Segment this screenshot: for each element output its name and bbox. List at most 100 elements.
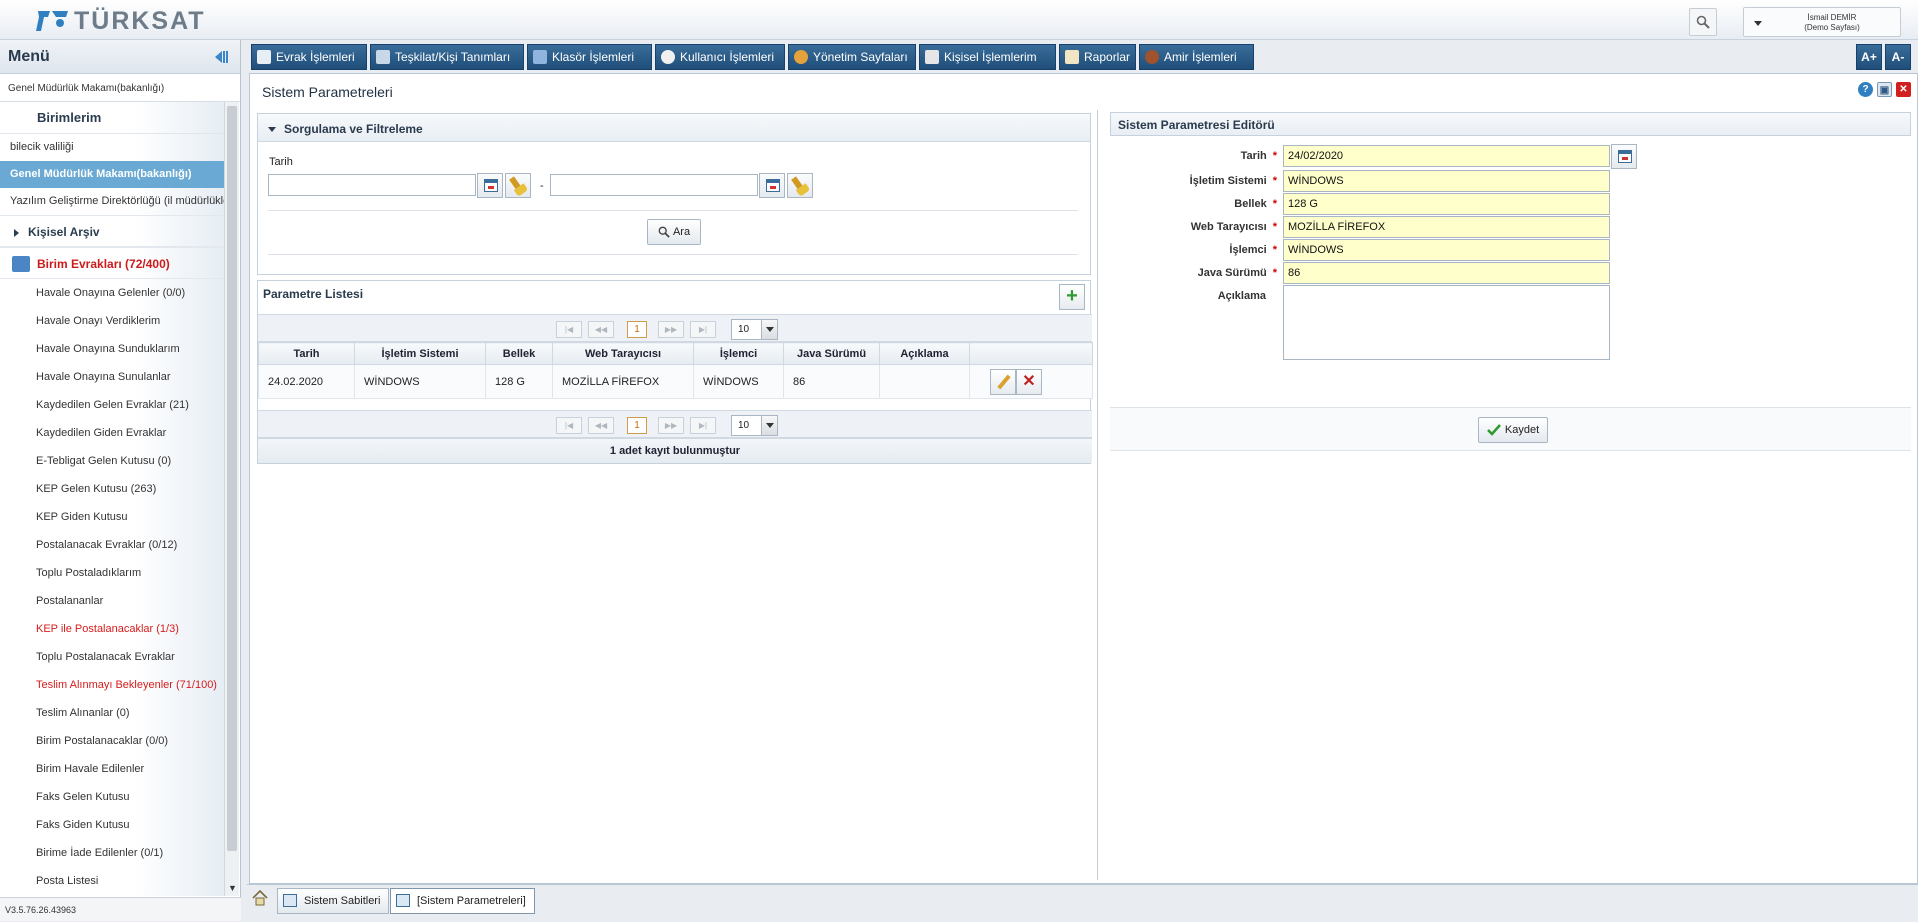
window-icon[interactable]: ▣ — [1877, 82, 1892, 97]
pager-bottom: |◀ ◀◀ 1 ▶▶ ▶| 10 — [258, 410, 1092, 438]
delete-button[interactable]: ✕ — [1016, 368, 1042, 395]
column-header[interactable]: Tarih — [258, 342, 355, 365]
column-header[interactable]: Açıklama — [879, 342, 970, 365]
home-icon[interactable] — [252, 889, 268, 906]
tab-sistem-parametreleri[interactable]: [Sistem Parametreleri] — [390, 888, 535, 914]
unit-selector[interactable]: Genel Müdürlük Makamı(bakanlığı) — [0, 74, 240, 102]
user-menu[interactable]: İsmail DEMİR (Demo Sayfası) — [1743, 7, 1901, 37]
sidebar-item[interactable]: Havale Onayına Sunduklarım — [0, 335, 224, 363]
sidebar-item[interactable]: Toplu Postalanacak Evraklar — [0, 643, 224, 671]
sidebar-scrollbar[interactable]: ▼ — [224, 102, 239, 896]
tarih-end-input[interactable] — [550, 174, 758, 196]
edit-button[interactable] — [990, 368, 1016, 395]
editor-calendar-button[interactable] — [1611, 144, 1637, 169]
aciklama-textarea[interactable] — [1283, 285, 1610, 360]
sidebar-item[interactable]: Kaydedilen Giden Evraklar — [0, 419, 224, 447]
sidebar-item[interactable]: Birime İade Edilenler (0/1) — [0, 839, 224, 867]
tarih-input[interactable]: 24/02/2020 — [1283, 145, 1610, 167]
scroll-down-icon[interactable]: ▼ — [228, 883, 237, 893]
field-label-web-tarayicisi: Web Tarayıcısı * — [1117, 221, 1277, 233]
tarih-start-input[interactable] — [268, 174, 476, 196]
nav-raporlar[interactable]: Raporlar — [1059, 44, 1136, 70]
add-record-button[interactable]: + — [1059, 284, 1085, 310]
global-search-button[interactable] — [1689, 8, 1717, 36]
nav-label: Teşkilat/Kişi Tanımları — [395, 50, 511, 64]
column-header[interactable]: Web Tarayıcısı — [552, 342, 694, 365]
user-name: İsmail DEMİR — [1807, 13, 1857, 22]
nav-evrak-islemleri[interactable]: Evrak İşlemleri — [251, 44, 367, 70]
last-page-button[interactable]: ▶| — [690, 321, 716, 338]
birim-evraklari-section[interactable]: Birim Evrakları (72/400) — [0, 247, 224, 279]
java-surumu-input[interactable]: 86 — [1283, 262, 1610, 284]
nav-kullanici-islemleri[interactable]: Kullanıcı İşlemleri — [655, 44, 785, 70]
column-header[interactable]: İşlemci — [693, 342, 784, 365]
calendar-end-button[interactable] — [759, 173, 785, 198]
close-icon[interactable]: ✕ — [1896, 82, 1911, 97]
font-increase-button[interactable]: A+ — [1856, 44, 1882, 70]
last-page-button[interactable]: ▶| — [690, 417, 716, 434]
tarih-label: Tarih — [269, 156, 293, 168]
bellek-input[interactable]: 128 G — [1283, 193, 1610, 215]
first-page-button[interactable]: |◀ — [556, 321, 582, 338]
scrollbar-thumb[interactable] — [227, 106, 237, 851]
nav-teskilat-kisi[interactable]: Teşkilat/Kişi Tanımları — [370, 44, 524, 70]
islemci-input[interactable]: WİNDOWS — [1283, 239, 1610, 261]
nav-amir-islemleri[interactable]: Amir İşlemleri — [1139, 44, 1254, 70]
sidebar-item[interactable]: Posta Listesi — [0, 867, 224, 895]
table-row[interactable]: 24.02.2020 WİNDOWS 128 G MOZİLLA FİREFOX… — [258, 364, 1093, 399]
sidebar-item[interactable]: E-Tebligat Gelen Kutusu (0) — [0, 447, 224, 475]
sidebar-item[interactable]: KEP Gelen Kutusu (263) — [0, 475, 224, 503]
nav-kisisel-islemlerim[interactable]: Kişisel İşlemlerim — [919, 44, 1056, 70]
prev-page-button[interactable]: ◀◀ — [588, 417, 614, 434]
sidebar-item-alert[interactable]: KEP ile Postalanacaklar (1/3) — [0, 615, 224, 643]
nav-yonetim-sayfalari[interactable]: Yönetim Sayfaları — [788, 44, 916, 70]
sidebar-item[interactable]: Faks Gelen Kutusu — [0, 783, 224, 811]
current-page[interactable]: 1 — [627, 321, 647, 338]
clear-end-button[interactable] — [787, 173, 813, 198]
page-size-select[interactable]: 10 — [731, 319, 778, 340]
tab-label: Sistem Sabitleri — [304, 895, 381, 907]
chevron-right-icon — [14, 228, 19, 237]
sidebar-item[interactable]: Toplu Postaladıklarım — [0, 559, 224, 587]
sidebar-item[interactable]: Havale Onayına Gelenler (0/0) — [0, 279, 224, 307]
sidebar-item[interactable]: Birim Postalanacaklar (0/0) — [0, 727, 224, 755]
unit-item[interactable]: bilecik valiliği — [0, 134, 224, 161]
kisisel-arsiv-section[interactable]: Kişisel Arşiv — [0, 215, 224, 247]
prev-page-button[interactable]: ◀◀ — [588, 321, 614, 338]
clear-start-button[interactable] — [505, 173, 531, 198]
font-decrease-button[interactable]: A- — [1885, 44, 1911, 70]
page-size-select[interactable]: 10 — [731, 415, 778, 436]
sidebar-item[interactable]: Havale Onayına Sunulanlar — [0, 363, 224, 391]
column-header[interactable]: Bellek — [485, 342, 553, 365]
tab-sistem-sabitleri[interactable]: Sistem Sabitleri — [277, 888, 390, 914]
help-icon[interactable]: ? — [1858, 82, 1873, 97]
isletim-sistemi-input[interactable]: WİNDOWS — [1283, 170, 1610, 192]
sidebar-item[interactable]: Kaydedilen Gelen Evraklar (21) — [0, 391, 224, 419]
sidebar-item[interactable]: KEP Giden Kutusu — [0, 503, 224, 531]
filter-panel-header[interactable]: Sorgulama ve Filtreleme — [258, 114, 1090, 142]
current-page[interactable]: 1 — [627, 417, 647, 434]
sidebar-item[interactable]: Faks Giden Kutusu — [0, 811, 224, 839]
sidebar-item[interactable]: Havale Onayı Verdiklerim — [0, 307, 224, 335]
sidebar-item[interactable]: Postalananlar — [0, 587, 224, 615]
label-text: Web Tarayıcısı — [1190, 221, 1267, 233]
next-page-button[interactable]: ▶▶ — [658, 321, 684, 338]
nav-klasor-islemleri[interactable]: Klasör İşlemleri — [527, 44, 652, 70]
sidebar-item[interactable]: Birim Havale Edilenler — [0, 755, 224, 783]
column-header[interactable]: İşletim Sistemi — [354, 342, 486, 365]
collapse-menu-icon[interactable] — [212, 48, 230, 66]
save-button[interactable]: Kaydet — [1478, 417, 1548, 443]
column-header[interactable]: Java Sürümü — [783, 342, 880, 365]
unit-item[interactable]: Yazılım Geliştirme Direktörlüğü (il müdü… — [0, 188, 224, 215]
unit-item-selected[interactable]: Genel Müdürlük Makamı(bakanlığı) — [0, 161, 224, 188]
web-tarayicisi-input[interactable]: MOZİLLA FİREFOX — [1283, 216, 1610, 238]
next-page-button[interactable]: ▶▶ — [658, 417, 684, 434]
nav-label: Kişisel İşlemlerim — [944, 50, 1037, 64]
search-button[interactable]: Ara — [647, 219, 701, 245]
sidebar-item[interactable]: Postalanacak Evraklar (0/12) — [0, 531, 224, 559]
nav-label: Raporlar — [1084, 50, 1131, 64]
first-page-button[interactable]: |◀ — [556, 417, 582, 434]
sidebar-item-alert[interactable]: Teslim Alınmayı Bekleyenler (71/100) — [0, 671, 224, 699]
sidebar-item[interactable]: Teslim Alınanlar (0) — [0, 699, 224, 727]
calendar-start-button[interactable] — [477, 173, 503, 198]
